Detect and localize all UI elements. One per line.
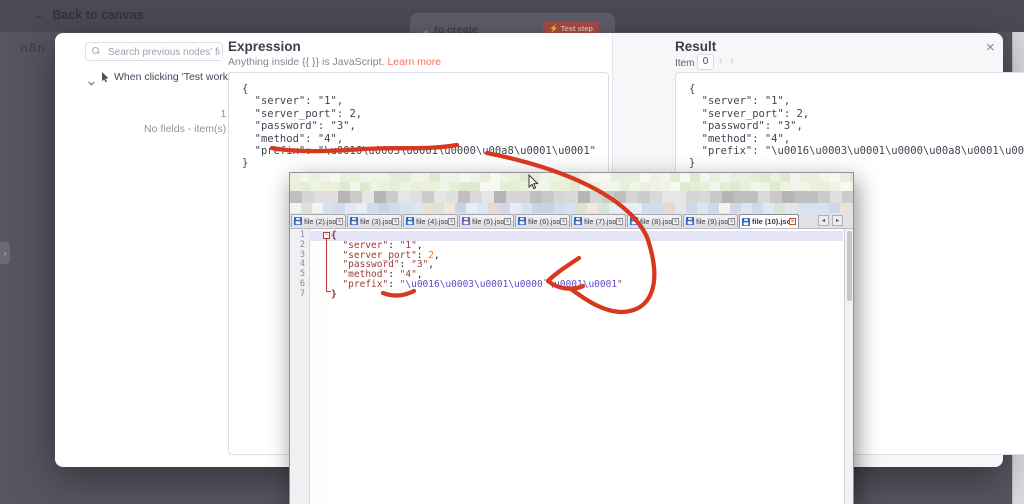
chevron-down-icon[interactable]	[88, 73, 95, 91]
collapse-panel-chevron[interactable]: ›	[0, 242, 10, 264]
search-box	[85, 42, 223, 61]
notepad-tab[interactable]: file (9).json×	[683, 214, 738, 227]
tab-label: file (3).json	[360, 216, 392, 226]
tab-close-icon[interactable]: ×	[336, 217, 343, 225]
tab-close-icon[interactable]: ×	[448, 217, 455, 225]
result-title: Result	[675, 39, 717, 54]
n8n-logo: n8n	[20, 40, 47, 55]
floppy-save-icon	[350, 217, 358, 225]
back-to-canvas-link[interactable]: ← Back to canvas	[34, 8, 144, 22]
tab-label: file (7).json	[584, 216, 616, 226]
mouse-cursor-icon	[528, 173, 540, 196]
tab-close-icon[interactable]: ×	[789, 218, 796, 225]
floppy-save-icon	[630, 217, 638, 225]
notepad-tab[interactable]: file (4).json×	[403, 214, 458, 227]
fold-guide-line	[326, 239, 327, 291]
floppy-save-icon	[574, 217, 582, 225]
item-count: 1 item	[220, 109, 248, 120]
tab-close-icon[interactable]: ×	[672, 217, 679, 225]
bolt-icon: ⚡	[549, 24, 559, 33]
expression-subtitle: Anything inside {{ }} is JavaScript. Lear…	[228, 56, 442, 68]
mouse-pointer-icon	[101, 70, 109, 88]
editor-scrollbar[interactable]	[844, 229, 853, 504]
notepad-tab[interactable]: file (10).json×	[739, 214, 799, 228]
tab-scroll-left-icon[interactable]: ◂	[818, 215, 829, 226]
notepad-menubar-blurred[interactable]	[290, 191, 853, 203]
expression-code[interactable]: { "server": "1", "server_port": 2, "pass…	[242, 83, 608, 170]
tab-label: file (6).json	[528, 216, 560, 226]
notepad-tab[interactable]: file (3).json×	[347, 214, 402, 227]
floppy-save-icon	[518, 217, 526, 225]
notepad-tab[interactable]: file (7).json×	[571, 214, 626, 227]
tab-label: file (5).json	[472, 216, 504, 226]
scrollbar-thumb[interactable]	[847, 231, 852, 301]
floppy-save-icon	[294, 217, 302, 225]
fold-guide-elbow	[326, 291, 331, 292]
tab-close-icon[interactable]: ×	[728, 217, 735, 225]
notepad-window: file (2).json×file (3).json×file (4).jso…	[289, 172, 854, 504]
item-label: Item	[675, 58, 695, 69]
tab-label: file (8).json	[640, 216, 672, 226]
close-icon[interactable]: ×	[986, 40, 995, 55]
notepad-editor[interactable]: − 1{2 "server": "1", 3 "server_port": 2, 4…	[290, 229, 853, 504]
notepad-code-line: 7}	[299, 288, 337, 300]
screenshot-root: ← Back to canvas n8n to create ⚡ Test ste…	[0, 0, 1024, 504]
tab-close-icon[interactable]: ×	[616, 217, 623, 225]
notepad-tab[interactable]: file (8).json×	[627, 214, 682, 227]
tab-close-icon[interactable]: ×	[392, 217, 399, 225]
tab-label: file (9).json	[696, 216, 728, 226]
result-code: { "server": "1", "server_port": 2, "pass…	[689, 83, 1024, 170]
tab-scroll-right-icon[interactable]: ▸	[832, 215, 843, 226]
search-input[interactable]	[106, 44, 222, 60]
floppy-save-icon	[406, 217, 414, 225]
notepad-tab[interactable]: file (2).json×	[291, 214, 346, 227]
notepad-titlebar-blurred[interactable]	[290, 173, 853, 191]
tab-close-icon[interactable]: ×	[560, 217, 567, 225]
back-arrow-icon: ←	[34, 8, 47, 22]
notepad-code-line: 6 "prefix": "\u0016\u0003\u0001\u0000¨\u…	[299, 278, 623, 290]
tab-label: file (10).json	[752, 217, 789, 226]
next-item-icon[interactable]: ›	[730, 55, 734, 67]
floppy-save-icon	[686, 217, 694, 225]
search-icon	[92, 47, 101, 55]
notepad-tabbar: file (2).json×file (3).json×file (4).jso…	[290, 213, 853, 229]
fold-collapse-icon[interactable]: −	[323, 232, 330, 239]
floppy-save-icon	[462, 217, 470, 225]
item-index-value: 0	[697, 54, 714, 70]
notepad-tab[interactable]: file (6).json×	[515, 214, 570, 227]
tab-close-icon[interactable]: ×	[504, 217, 511, 225]
tab-label: file (4).json	[416, 216, 448, 226]
learn-more-link[interactable]: Learn more	[387, 56, 441, 68]
notepad-tab[interactable]: file (5).json×	[459, 214, 514, 227]
notepad-toolbar-blurred[interactable]	[290, 203, 853, 213]
floppy-save-icon	[742, 217, 750, 226]
expression-title: Expression	[228, 39, 301, 54]
prev-item-icon[interactable]: ‹	[719, 55, 723, 67]
tab-label: file (2).json	[304, 216, 336, 226]
node-tree-row[interactable]: When clicking 'Test workflow' 1 item No …	[85, 70, 337, 135]
